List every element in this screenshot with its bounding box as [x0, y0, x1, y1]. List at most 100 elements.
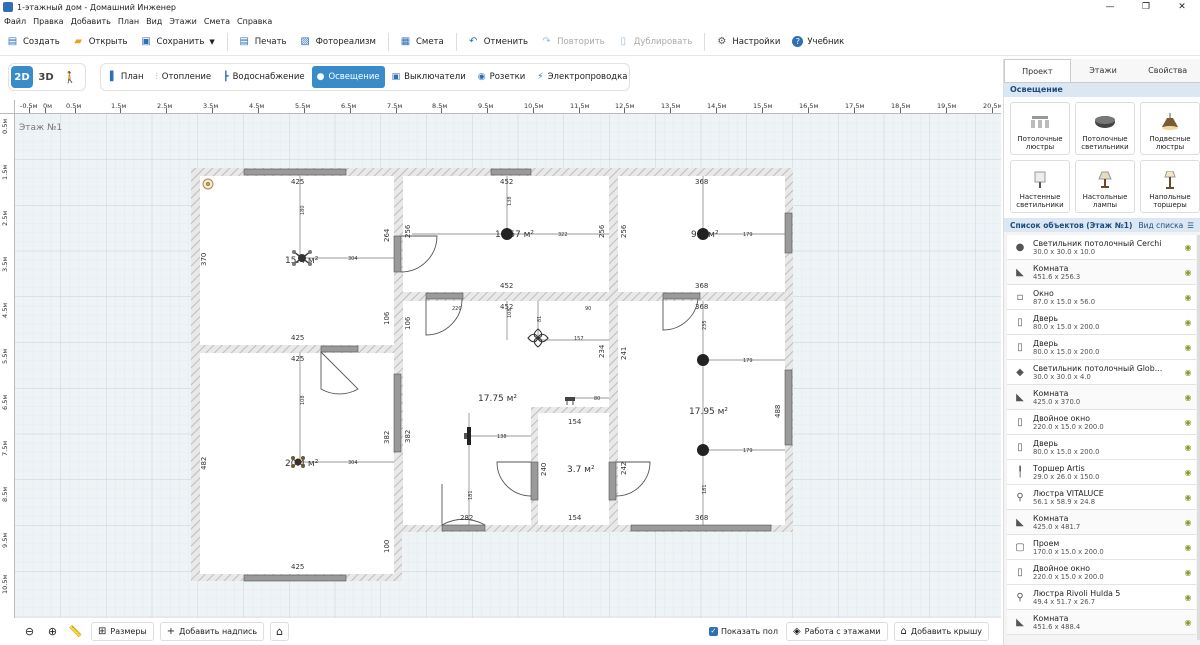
object-list-item[interactable]: ▢ Проем 170.0 x 15.0 x 200.0 ◉: [1007, 535, 1196, 560]
catalog-label: Напольные торшеры: [1149, 193, 1191, 209]
object-list-item[interactable]: ▯ Двойное окно 220.0 x 15.0 x 200.0 ◉: [1007, 410, 1196, 435]
new-file-icon: ▤: [7, 35, 18, 47]
object-list-item[interactable]: ▯ Дверь 80.0 x 15.0 x 200.0 ◉: [1007, 435, 1196, 460]
ruler-tick-mark: [212, 108, 213, 113]
visibility-eye-icon[interactable]: ◉: [1180, 368, 1196, 377]
object-list-item[interactable]: ╿ Торшер Artis 29.0 x 26.0 x 150.0 ◉: [1007, 460, 1196, 485]
visibility-eye-icon[interactable]: ◉: [1180, 518, 1196, 527]
maximize-button[interactable]: ❐: [1128, 2, 1164, 12]
redo-button[interactable]: ↷ Повторить: [540, 36, 604, 48]
visibility-eye-icon[interactable]: ◉: [1180, 443, 1196, 452]
tab-floors[interactable]: Этажи: [1071, 59, 1136, 82]
show-floor-checkbox[interactable]: ✓ Показать пол: [708, 627, 778, 636]
dimensions-button[interactable]: ⊞ Размеры: [91, 622, 154, 641]
visibility-eye-icon[interactable]: ◉: [1180, 543, 1196, 552]
catalog-item[interactable]: Настенные светильники: [1010, 160, 1070, 213]
object-list-item[interactable]: ◣ Комната 425.0 x 481.7 ◉: [1007, 510, 1196, 535]
zoom-out-icon[interactable]: ⊖: [20, 622, 39, 641]
visibility-eye-icon[interactable]: ◉: [1180, 468, 1196, 477]
view-2d-button[interactable]: 2D: [11, 66, 33, 88]
layer-water[interactable]: ┣ Водоснабжение: [218, 66, 309, 88]
catalog-item[interactable]: Подвесные люстры: [1140, 102, 1200, 155]
layer-switches[interactable]: ▣ Выключатели: [387, 66, 471, 88]
object-list-item[interactable]: ◣ Комната 451.6 x 256.3 ◉: [1007, 260, 1196, 285]
catalog-item[interactable]: Напольные торшеры: [1140, 160, 1200, 213]
layer-lighting[interactable]: ● Освещение: [311, 66, 385, 88]
settings-button[interactable]: ⚙ Настройки: [715, 36, 780, 48]
object-list-item[interactable]: ⚲ Люстра Rivoli Hulda 5 49.4 x 51.7 x 26.7…: [1007, 585, 1196, 610]
tab-properties[interactable]: Свойства: [1135, 59, 1200, 82]
visibility-eye-icon[interactable]: ◉: [1180, 343, 1196, 352]
object-list-item[interactable]: ▫ Окно 87.0 x 15.0 x 56.0 ◉: [1007, 285, 1196, 310]
menu-file[interactable]: Файл: [4, 17, 26, 26]
menu-plan[interactable]: План: [118, 17, 139, 26]
save-button[interactable]: ▣ Сохранить ▼: [140, 36, 214, 48]
object-list-item[interactable]: ◣ Комната 425.0 x 370.0 ◉: [1007, 385, 1196, 410]
estimate-button[interactable]: ▦ Смета: [399, 36, 444, 48]
plan-canvas[interactable]: 425 452 368 370 264 256 256 256 452 368 …: [0, 100, 1001, 618]
visibility-eye-icon[interactable]: ◉: [1180, 393, 1196, 402]
ceiling-light-icon[interactable]: [697, 354, 709, 366]
menu-edit[interactable]: Правка: [33, 17, 63, 26]
visibility-eye-icon[interactable]: ◉: [1180, 318, 1196, 327]
tutorial-button[interactable]: ? Учебник: [792, 36, 844, 47]
wire-length: 179: [743, 358, 753, 364]
undo-button[interactable]: ↶ Отменить: [467, 36, 528, 48]
print-button[interactable]: ▤ Печать: [238, 36, 287, 48]
object-list-item[interactable]: ◣ Комната 451.6 x 488.4 ◉: [1007, 610, 1196, 635]
object-list-item[interactable]: ▯ Двойное окно 220.0 x 15.0 x 200.0 ◉: [1007, 560, 1196, 585]
ruler-icon[interactable]: 📏: [66, 622, 85, 641]
layer-sockets[interactable]: ◉ Розетки: [473, 66, 531, 88]
object-list-item[interactable]: ◆ Светильник потолочный Globo ... 30.0 x 3…: [1007, 360, 1196, 385]
add-roof-button[interactable]: ⌂ Добавить крышу: [893, 622, 989, 641]
object-list-item[interactable]: ▯ Дверь 80.0 x 15.0 x 200.0 ◉: [1007, 310, 1196, 335]
catalog-item[interactable]: Потолочные люстры: [1010, 102, 1070, 155]
visibility-eye-icon[interactable]: ◉: [1180, 418, 1196, 427]
add-label-button[interactable]: + Добавить надпись: [159, 622, 265, 641]
close-button[interactable]: ✕: [1164, 2, 1200, 12]
view-3d-button[interactable]: 3D: [35, 66, 57, 88]
catalog-item[interactable]: Настольные лампы: [1075, 160, 1135, 213]
menu-estimate[interactable]: Смета: [204, 17, 230, 26]
photoreal-button[interactable]: ▧ Фотореализм: [299, 36, 376, 48]
object-list-item[interactable]: ▯ Дверь 80.0 x 15.0 x 200.0 ◉: [1007, 335, 1196, 360]
ceiling-light-icon[interactable]: [697, 444, 709, 456]
open-button[interactable]: ▰ Открыть: [72, 36, 127, 48]
visibility-eye-icon[interactable]: ◉: [1180, 493, 1196, 502]
duplicate-button[interactable]: ▯ Дублировать: [617, 36, 692, 48]
menu-add[interactable]: Добавить: [71, 17, 111, 26]
ceiling-light-icon: [1094, 113, 1116, 131]
catalog-label: Потолочные люстры: [1017, 135, 1063, 151]
home-icon[interactable]: ⌂: [270, 622, 290, 641]
list-view-button[interactable]: Вид списка: [1139, 221, 1184, 230]
object-name: Двойное окно: [1033, 413, 1091, 423]
visibility-eye-icon[interactable]: ◉: [1180, 268, 1196, 277]
object-dimensions: 56.1 x 58.9 x 24.8: [1033, 497, 1096, 506]
ceiling-light-icon[interactable]: [501, 228, 513, 240]
object-list-item[interactable]: ● Светильник потолочный Cerchi 30.0 x 30.0…: [1007, 235, 1196, 260]
walk-mode-icon[interactable]: 🚶: [59, 66, 81, 88]
object-list-item[interactable]: ⚲ Люстра VITALUCE 56.1 x 58.9 x 24.8 ◉: [1007, 485, 1196, 510]
ceiling-light-icon[interactable]: [697, 228, 709, 240]
visibility-eye-icon[interactable]: ◉: [1180, 293, 1196, 302]
tab-project[interactable]: Проект: [1004, 59, 1071, 82]
floor-lamp-icon[interactable]: [202, 178, 214, 190]
menu-floors[interactable]: Этажи: [169, 17, 197, 26]
create-button[interactable]: ▤ Создать: [6, 36, 60, 48]
menu-help[interactable]: Справка: [237, 17, 272, 26]
catalog-item[interactable]: Потолочные светильники: [1075, 102, 1135, 155]
floors-work-button[interactable]: ◈ Работа с этажами: [785, 622, 888, 641]
list-view-icon[interactable]: ☰: [1187, 221, 1194, 230]
layer-wiring[interactable]: ⚡ Электропроводка: [532, 66, 632, 88]
minimize-button[interactable]: —: [1092, 2, 1128, 12]
zoom-in-icon[interactable]: ⊕: [43, 622, 62, 641]
chevron-down-icon[interactable]: ▼: [209, 38, 214, 46]
layer-heating[interactable]: ⫶ Отопление: [151, 66, 217, 88]
visibility-eye-icon[interactable]: ◉: [1180, 568, 1196, 577]
visibility-eye-icon[interactable]: ◉: [1180, 243, 1196, 252]
layer-plan[interactable]: ▌ План: [105, 66, 149, 88]
visibility-eye-icon[interactable]: ◉: [1180, 593, 1196, 602]
visibility-eye-icon[interactable]: ◉: [1180, 618, 1196, 627]
menu-view[interactable]: Вид: [146, 17, 162, 26]
floor-plan[interactable]: 425 452 368 370 264 256 256 256 452 368 …: [0, 100, 1001, 618]
